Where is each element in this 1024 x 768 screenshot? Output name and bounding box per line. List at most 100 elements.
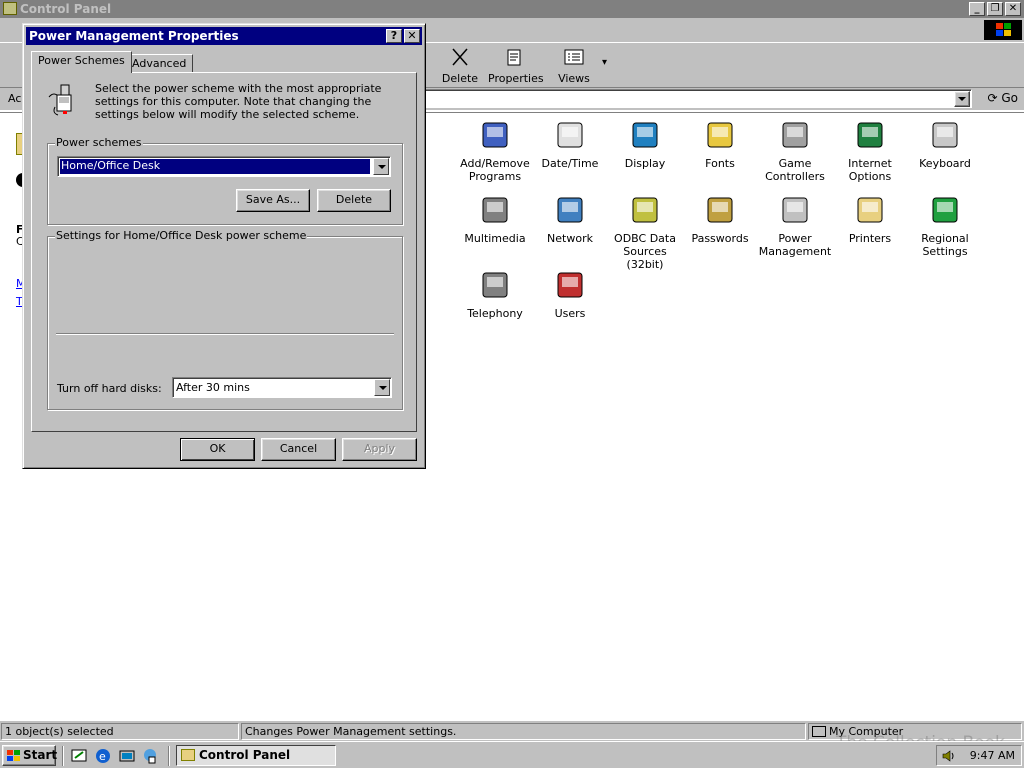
delete-tool-label: Delete [441, 72, 479, 85]
save-as-button[interactable]: Save As... [236, 189, 310, 212]
control-panel-folder-icon [181, 749, 195, 761]
delete-tool-button[interactable]: Delete [440, 47, 480, 85]
game-controllers-icon [778, 119, 812, 153]
scheme-settings-label: Settings for Home/Office Desk power sche… [55, 229, 308, 242]
control-panel-titlebar[interactable]: Control Panel _ ❐ ✕ [0, 0, 1024, 18]
control-panel-item[interactable]: Printers [831, 194, 909, 245]
power-scheme-select[interactable]: Home/Office Desk [57, 156, 391, 177]
properties-icon [507, 49, 521, 66]
control-panel-item-label: ODBC Data Sources (32bit) [614, 232, 676, 271]
cancel-button[interactable]: Cancel [261, 438, 336, 461]
power-scheme-value: Home/Office Desk [60, 159, 370, 174]
apply-button[interactable]: Apply [342, 438, 417, 461]
address-label: Ac [8, 92, 22, 105]
control-panel-item-label: Power Management [758, 232, 832, 258]
help-button[interactable]: ? [386, 29, 402, 43]
control-panel-item-label: Fonts [705, 157, 735, 170]
clock[interactable]: 9:47 AM [970, 749, 1015, 762]
address-dropdown-button[interactable] [954, 91, 970, 107]
control-panel-item[interactable]: Game Controllers [756, 119, 834, 183]
control-panel-item[interactable]: Fonts [681, 119, 759, 170]
power-schemes-panel: Select the power scheme with the most ap… [31, 72, 417, 432]
control-panel-item-label: Display [624, 157, 666, 170]
control-panel-item-label: Keyboard [919, 157, 971, 170]
go-button[interactable]: ⟳ Go [987, 91, 1018, 105]
control-panel-item-label: Network [547, 232, 593, 245]
dialog-close-button[interactable]: ✕ [404, 29, 420, 43]
control-panel-item-label: Passwords [691, 232, 749, 245]
control-panel-item[interactable]: ODBC Data Sources (32bit) [606, 194, 684, 271]
window-title: Control Panel [20, 2, 112, 16]
web-view-pane: F C M T [0, 113, 32, 720]
go-label: Go [1001, 91, 1018, 105]
control-panel-item[interactable]: Date/Time [531, 119, 609, 170]
views-tool-button[interactable]: Views [556, 47, 592, 85]
control-panel-item[interactable]: Telephony [456, 269, 534, 320]
chevron-down-icon[interactable] [374, 379, 390, 396]
intro-text: Select the power scheme with the most ap… [95, 82, 382, 121]
multimedia-icon [478, 194, 512, 228]
views-tool-label: Views [558, 72, 590, 85]
printers-icon [853, 194, 887, 228]
go-icon: ⟳ [987, 91, 998, 105]
power-schemes-label: Power schemes [55, 136, 143, 149]
ok-button[interactable]: OK [180, 438, 255, 461]
dialog-titlebar[interactable]: Power Management Properties ? ✕ [26, 27, 422, 45]
power-management-dialog: Power Management Properties ? ✕ Power Sc… [22, 23, 426, 469]
properties-tool-button[interactable]: Properties [488, 47, 544, 85]
control-panel-item[interactable]: Power Management [756, 194, 834, 258]
volume-icon[interactable] [941, 748, 957, 764]
control-panel-item[interactable]: Keyboard [906, 119, 984, 170]
users-icon [553, 269, 587, 303]
hard-disks-label: Turn off hard disks: [57, 382, 162, 395]
power-management-icon [778, 194, 812, 228]
control-panel-item-label: Users [554, 307, 586, 320]
control-panel-item[interactable]: Multimedia [456, 194, 534, 245]
date-time-icon [553, 119, 587, 153]
separator [62, 746, 64, 766]
internet-explorer-icon[interactable]: e [94, 747, 112, 765]
control-panel-item[interactable]: Regional Settings [906, 194, 984, 258]
control-panel-item[interactable]: Display [606, 119, 684, 170]
control-panel-item[interactable]: Passwords [681, 194, 759, 245]
status-description: Changes Power Management settings. [241, 723, 806, 740]
views-icon [564, 49, 584, 65]
control-panel-item-label: Add/Remove Programs [460, 157, 530, 183]
taskbar-control-panel-button[interactable]: Control Panel [176, 745, 336, 766]
control-panel-item[interactable]: Users [531, 269, 609, 320]
maximize-button[interactable]: ❐ [987, 2, 1003, 16]
chevron-down-icon[interactable] [373, 158, 389, 175]
svg-text:e: e [99, 750, 106, 763]
status-bar: 1 object(s) selected Changes Power Manag… [0, 721, 1024, 753]
telephony-icon [478, 269, 512, 303]
computer-icon [812, 726, 826, 737]
control-panel-item-label: Multimedia [464, 232, 526, 245]
control-panel-item-label: Internet Options [848, 157, 892, 183]
start-button[interactable]: Start [2, 745, 57, 766]
keyboard-icon [928, 119, 962, 153]
dialog-title: Power Management Properties [29, 29, 239, 43]
control-panel-item[interactable]: Network [531, 194, 609, 245]
tab-power-schemes[interactable]: Power Schemes [31, 51, 132, 73]
hard-disks-select[interactable]: After 30 mins [172, 377, 392, 398]
tab-advanced[interactable]: Advanced [125, 54, 194, 73]
display-icon [628, 119, 662, 153]
power-management-icon [48, 84, 72, 116]
control-panel-app-icon[interactable] [3, 2, 17, 15]
channels-icon[interactable] [118, 747, 136, 765]
show-desktop-icon[interactable] [70, 747, 88, 765]
control-panel-item[interactable]: Add/Remove Programs [456, 119, 534, 183]
control-panel-item[interactable]: Internet Options [831, 119, 909, 183]
taskbar-control-panel-label: Control Panel [199, 748, 291, 762]
system-tray: 9:47 AM [936, 745, 1022, 766]
minimize-button[interactable]: _ [969, 2, 985, 16]
internet-options-icon [853, 119, 887, 153]
divider [56, 333, 394, 335]
outlook-express-icon[interactable] [142, 747, 160, 765]
add-remove-programs-icon [478, 119, 512, 153]
views-dropdown-arrow-icon[interactable]: ▾ [602, 57, 607, 68]
chevron-down-icon [958, 97, 966, 101]
delete-scheme-button[interactable]: Delete [317, 189, 391, 212]
windows-logo-icon [984, 20, 1022, 40]
close-button[interactable]: ✕ [1005, 2, 1021, 16]
